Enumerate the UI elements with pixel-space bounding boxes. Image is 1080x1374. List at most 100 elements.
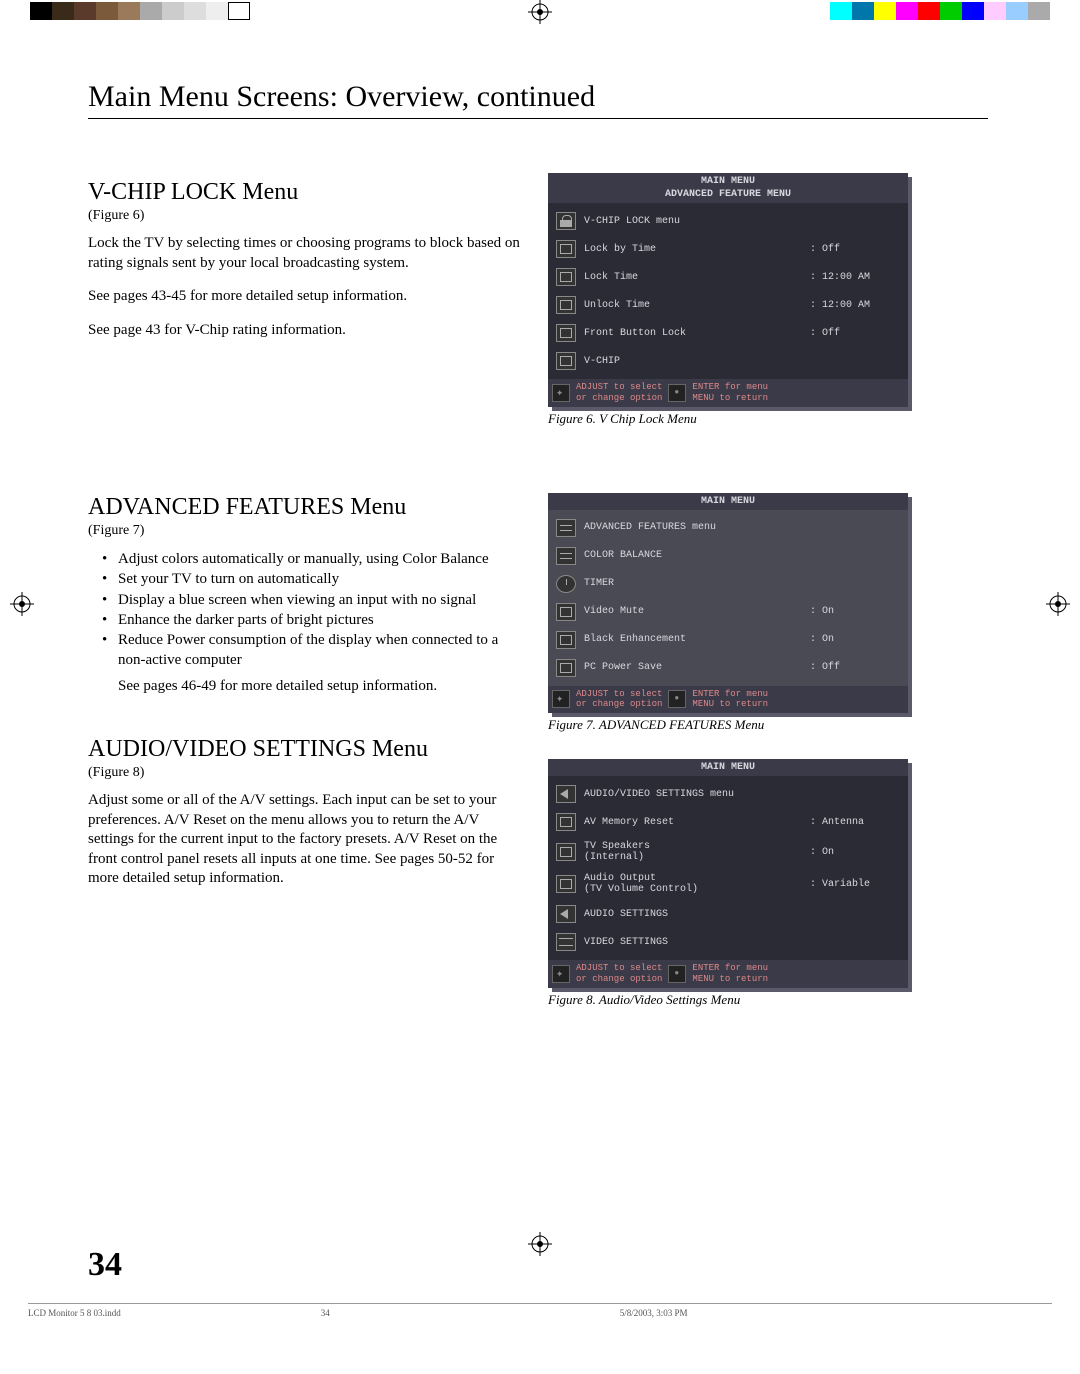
- vchip-p3: See page 43 for V-Chip rating informatio…: [88, 321, 528, 341]
- osd-row: Audio Output (TV Volume Control): Variab…: [554, 868, 902, 900]
- osd-value: : Off: [810, 662, 900, 673]
- av-figref: (Figure 8): [88, 765, 528, 781]
- osd-label: TIMER: [584, 578, 802, 589]
- osd6-title2: ADVANCED FEATURE MENU: [548, 188, 908, 201]
- adv-bullet-3: Display a blue screen when viewing an in…: [118, 590, 528, 610]
- hint-change: or change option: [576, 699, 662, 710]
- vchip-p1: Lock the TV by selecting times or choosi…: [88, 234, 528, 273]
- box-icon: [556, 240, 576, 258]
- osd-value: : 12:00 AM: [810, 300, 900, 311]
- hint-menu: MENU to return: [692, 699, 768, 710]
- vchip-heading: V-CHIP LOCK Menu: [88, 179, 528, 206]
- osd-row: V-CHIP: [554, 347, 902, 375]
- title-rule: [88, 118, 988, 119]
- vchip-p2: See pages 43-45 for more detailed setup …: [88, 287, 528, 307]
- print-colorbar-right: [830, 2, 1050, 20]
- av-p1: Adjust some or all of the A/V settings. …: [88, 791, 528, 889]
- osd6-footer: ADJUST to selector change option ENTER f…: [548, 379, 908, 407]
- adv-bullets: Adjust colors automatically or manually,…: [88, 549, 528, 671]
- dashes-icon: [556, 547, 576, 565]
- box-icon: [556, 843, 576, 861]
- osd-label: Lock by Time: [584, 244, 802, 255]
- padlock-icon: [556, 212, 576, 230]
- footer-file: LCD Monitor 5 8 03.indd: [28, 1308, 121, 1318]
- enter-icon: [668, 690, 686, 708]
- adjust-arrows-icon: [552, 965, 570, 983]
- enter-icon: [668, 965, 686, 983]
- hint-enter: ENTER for menu: [692, 963, 768, 974]
- hint-adjust: ADJUST to select: [576, 689, 662, 700]
- osd-label: ADVANCED FEATURES menu: [584, 522, 802, 533]
- osd8-body: AUDIO/VIDEO SETTINGS menu AV Memory Reset…: [548, 776, 908, 960]
- footer-line: LCD Monitor 5 8 03.indd 34 5/8/2003, 3:0…: [28, 1303, 1052, 1318]
- box-icon: [556, 603, 576, 621]
- osd-row: TIMER: [554, 570, 902, 598]
- osd-value: : Variable: [810, 879, 900, 890]
- osd7-header: MAIN MENU: [548, 493, 908, 510]
- osd-label: AUDIO/VIDEO SETTINGS menu: [584, 789, 802, 800]
- speaker-icon: [556, 785, 576, 803]
- osd6-header: MAIN MENU ADVANCED FEATURE MENU: [548, 173, 908, 203]
- adv-bullet-2: Set your TV to turn on automatically: [118, 569, 528, 589]
- osd-label: Lock Time: [584, 272, 802, 283]
- enter-icon: [668, 384, 686, 402]
- osd-label: COLOR BALANCE: [584, 550, 802, 561]
- page-content: Main Menu Screens: Overview, continued V…: [88, 80, 988, 1034]
- osd-value: : Antenna: [810, 817, 900, 828]
- osd-row: PC Power Save : Off: [554, 654, 902, 682]
- osd-value: : On: [810, 847, 900, 858]
- osd-label: PC Power Save: [584, 662, 802, 673]
- adv-followup: See pages 46-49 for more detailed setup …: [88, 677, 528, 697]
- page-title: Main Menu Screens: Overview, continued: [88, 80, 988, 114]
- osd-row: AUDIO SETTINGS: [554, 900, 902, 928]
- registration-mark-right: [1046, 592, 1070, 621]
- caption-7: Figure 7. ADVANCED FEATURES Menu: [548, 717, 928, 733]
- speaker-icon: [556, 905, 576, 923]
- dashes-icon: [556, 519, 576, 537]
- osd6-body: V-CHIP LOCK menuLock by Time: OffLock Ti…: [548, 203, 908, 379]
- osd-label: AV Memory Reset: [584, 817, 802, 828]
- osd-figure-7: MAIN MENU ADVANCED FEATURES menu COLOR BA…: [548, 493, 908, 714]
- registration-mark-top: [528, 0, 552, 24]
- osd-label: Video Mute: [584, 606, 802, 617]
- adv-heading: ADVANCED FEATURES Menu: [88, 494, 528, 521]
- osd-row: VIDEO SETTINGS: [554, 928, 902, 956]
- osd-label: AUDIO SETTINGS: [584, 909, 802, 920]
- osd-label: V-CHIP: [584, 356, 802, 367]
- hint-menu: MENU to return: [692, 974, 768, 985]
- osd-value: : On: [810, 634, 900, 645]
- box-icon: [556, 296, 576, 314]
- box-icon: [556, 352, 576, 370]
- caption-6: Figure 6. V Chip Lock Menu: [548, 411, 928, 427]
- page-number: 34: [88, 1246, 122, 1284]
- osd-row: ADVANCED FEATURES menu: [554, 514, 902, 542]
- adv-figref: (Figure 7): [88, 523, 528, 539]
- adv-bullet-1: Adjust colors automatically or manually,…: [118, 549, 528, 569]
- osd-row: AUDIO/VIDEO SETTINGS menu: [554, 780, 902, 808]
- osd7-body: ADVANCED FEATURES menu COLOR BALANCE TIMER…: [548, 510, 908, 686]
- hint-enter: ENTER for menu: [692, 382, 768, 393]
- right-column: MAIN MENU ADVANCED FEATURE MENU V-CHIP L…: [548, 169, 928, 1034]
- hint-change: or change option: [576, 974, 662, 985]
- footer-timestamp: 5/8/2003, 3:03 PM: [620, 1308, 688, 1318]
- caption-8: Figure 8. Audio/Video Settings Menu: [548, 992, 928, 1008]
- adjust-arrows-icon: [552, 690, 570, 708]
- osd-row: V-CHIP LOCK menu: [554, 207, 902, 235]
- osd-figure-8: MAIN MENU AUDIO/VIDEO SETTINGS menuAV Me…: [548, 759, 908, 988]
- footer-page: 34: [321, 1308, 330, 1318]
- box-icon: [556, 813, 576, 831]
- osd-row: TV Speakers (Internal) : On: [554, 836, 902, 868]
- osd-figure-6: MAIN MENU ADVANCED FEATURE MENU V-CHIP L…: [548, 173, 908, 407]
- osd-label: TV Speakers (Internal): [584, 841, 802, 863]
- osd8-footer: ADJUST to selector change option ENTER f…: [548, 960, 908, 988]
- osd-label: V-CHIP LOCK menu: [584, 216, 802, 227]
- sliders-icon: [556, 933, 576, 951]
- osd-label: VIDEO SETTINGS: [584, 937, 802, 948]
- clock-icon: [556, 575, 576, 593]
- box-icon: [556, 659, 576, 677]
- osd-row: Lock Time: 12:00 AM: [554, 263, 902, 291]
- osd-row: Lock by Time: Off: [554, 235, 902, 263]
- osd-row: Unlock Time: 12:00 AM: [554, 291, 902, 319]
- osd-row: Front Button Lock: Off: [554, 319, 902, 347]
- hint-adjust: ADJUST to select: [576, 963, 662, 974]
